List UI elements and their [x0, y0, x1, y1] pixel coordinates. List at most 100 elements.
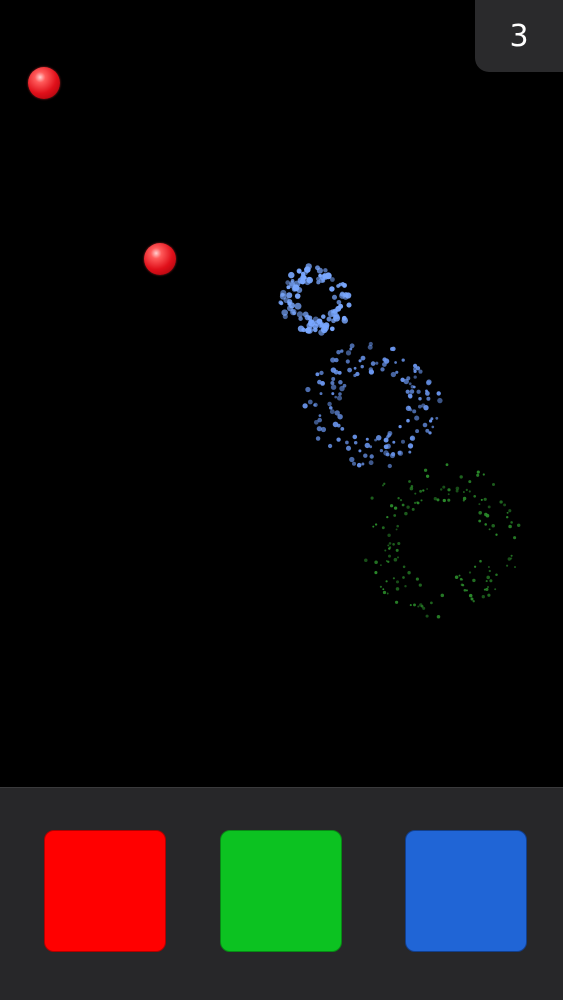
- particle: [413, 363, 418, 368]
- particle: [414, 415, 420, 421]
- particle: [319, 370, 324, 376]
- blue-burst-2: [302, 341, 443, 469]
- particle: [419, 603, 423, 607]
- particle: [364, 558, 368, 563]
- particle: [398, 424, 402, 429]
- particle: [338, 392, 342, 396]
- particle: [319, 392, 323, 396]
- particle: [331, 318, 336, 324]
- particle: [425, 389, 428, 393]
- particle: [516, 523, 521, 528]
- blue-burst-1: [278, 263, 352, 336]
- blue-color-button[interactable]: [405, 830, 527, 952]
- particle: [409, 604, 412, 607]
- particle: [499, 500, 503, 504]
- particle: [367, 344, 373, 350]
- particle: [483, 588, 486, 591]
- particle: [412, 385, 416, 389]
- particle: [468, 593, 473, 598]
- particle: [514, 566, 516, 568]
- green-color-button[interactable]: [220, 830, 342, 952]
- particle: [358, 359, 362, 363]
- particle: [388, 547, 391, 550]
- particle: [413, 501, 417, 505]
- particle: [495, 533, 498, 536]
- particle: [401, 358, 405, 362]
- particle: [473, 494, 477, 498]
- particle: [282, 313, 288, 320]
- particle: [342, 383, 347, 388]
- particle: [315, 372, 320, 377]
- particle: [468, 490, 471, 493]
- particle: [353, 441, 358, 445]
- particle: [360, 355, 366, 361]
- particle: [473, 565, 477, 568]
- particle: [383, 444, 389, 450]
- particle: [485, 580, 488, 583]
- red-color-button[interactable]: [44, 830, 166, 952]
- particle: [393, 557, 398, 562]
- particle: [455, 486, 460, 491]
- particle: [478, 519, 482, 523]
- particle: [462, 491, 465, 493]
- game-playfield[interactable]: [0, 0, 563, 787]
- particle: [401, 439, 405, 444]
- particle: [340, 427, 345, 431]
- particle: [345, 350, 352, 356]
- particle: [472, 578, 476, 583]
- particle: [294, 293, 301, 299]
- particle: [317, 417, 323, 423]
- particle: [480, 498, 483, 501]
- particle: [330, 381, 335, 385]
- particle: [396, 556, 400, 559]
- particle: [351, 461, 357, 466]
- particle: [296, 268, 302, 274]
- color-button-bar: [0, 787, 563, 1000]
- particle: [454, 575, 459, 580]
- particle: [510, 554, 513, 557]
- particle: [336, 395, 343, 401]
- particle: [314, 320, 320, 326]
- particle: [487, 505, 491, 509]
- particle: [396, 524, 399, 528]
- particle: [381, 526, 385, 530]
- particle: [386, 515, 389, 519]
- particle: [510, 521, 513, 524]
- particle: [508, 509, 512, 513]
- particle: [382, 590, 387, 595]
- particle: [395, 600, 399, 604]
- particle: [289, 282, 295, 289]
- particle: [420, 499, 423, 502]
- particle: [305, 327, 312, 334]
- particle: [408, 382, 412, 386]
- particle: [412, 409, 417, 414]
- particle: [334, 395, 338, 399]
- particle: [291, 309, 296, 314]
- particle: [436, 391, 441, 396]
- particle: [447, 493, 450, 496]
- particle: [445, 463, 449, 467]
- particle: [459, 475, 463, 479]
- particle: [286, 292, 293, 299]
- particle: [476, 470, 480, 474]
- particle: [414, 492, 417, 495]
- particle: [437, 397, 443, 404]
- particle: [349, 347, 353, 351]
- particle: [305, 386, 311, 393]
- score-value: 3: [509, 18, 529, 54]
- particle: [363, 453, 368, 458]
- particle: [404, 585, 407, 588]
- particle: [329, 406, 333, 410]
- particle: [408, 480, 411, 483]
- particle: [331, 294, 338, 300]
- particle: [442, 498, 446, 503]
- particle-layer: [278, 263, 521, 619]
- particle: [461, 578, 464, 581]
- particle: [506, 511, 509, 514]
- particle: [390, 371, 397, 378]
- particle: [415, 429, 420, 434]
- particle: [382, 588, 385, 591]
- particle: [358, 449, 362, 453]
- particle: [387, 533, 391, 537]
- particle: [329, 326, 335, 332]
